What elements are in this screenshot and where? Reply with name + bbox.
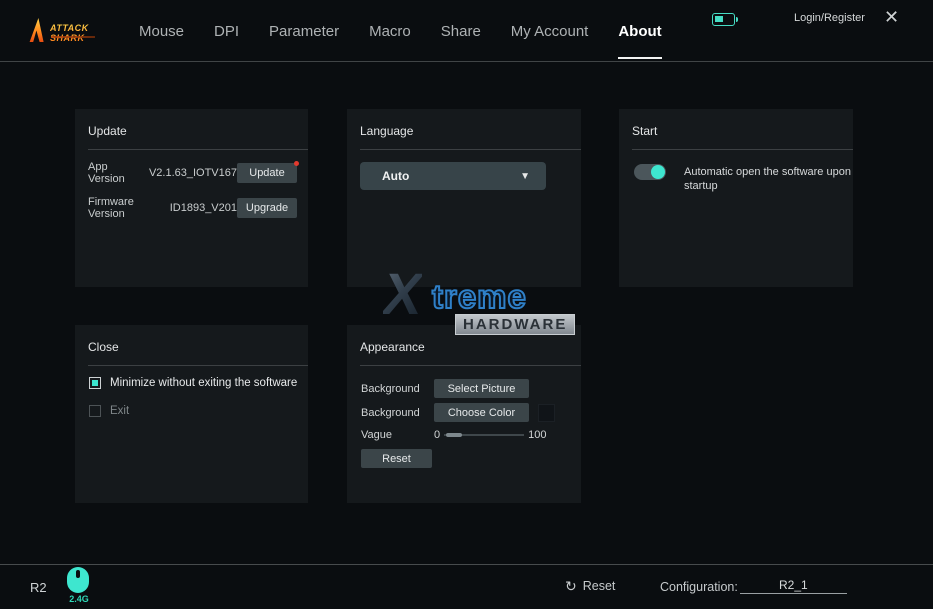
start-panel: Start Automatic open the software upon s…: [619, 109, 853, 287]
appearance-panel: Appearance Background Select Picture Bac…: [347, 325, 581, 503]
app-version-row: App Version V2.1.63_IOTV167 Update: [88, 163, 297, 183]
divider: [360, 149, 581, 150]
panel-title: Appearance: [360, 340, 425, 354]
slider-max-value: 100: [528, 429, 546, 441]
tab-about[interactable]: About: [616, 17, 663, 46]
battery-fill: [715, 16, 723, 22]
background-label: Background: [361, 407, 434, 419]
divider: [88, 149, 308, 150]
battery-nub: [736, 17, 739, 22]
language-dropdown[interactable]: Auto ▼: [360, 162, 546, 190]
color-swatch[interactable]: [538, 404, 555, 422]
tab-mouse[interactable]: Mouse: [137, 17, 186, 46]
tab-parameter[interactable]: Parameter: [267, 17, 341, 46]
upgrade-button[interactable]: Upgrade: [237, 198, 297, 218]
panel-title: Language: [360, 124, 413, 138]
panel-title: Start: [632, 124, 657, 138]
background-color-row: Background Choose Color: [361, 403, 571, 422]
update-notification-dot: [294, 161, 299, 166]
tab-share[interactable]: Share: [439, 17, 483, 46]
language-selected-value: Auto: [382, 169, 409, 183]
minimize-option[interactable]: Minimize without exiting the software: [89, 377, 297, 389]
configuration-label: Configuration:: [660, 580, 738, 594]
battery-icon: [712, 13, 735, 26]
chevron-down-icon: ▼: [520, 171, 530, 182]
minimize-checkbox[interactable]: [89, 377, 101, 389]
panel-title: Close: [88, 340, 119, 354]
device-name: R2: [30, 580, 47, 595]
close-icon[interactable]: ✕: [884, 8, 899, 26]
app-version-label: App Version: [88, 161, 140, 185]
toggle-knob: [651, 165, 665, 179]
exit-checkbox[interactable]: [89, 405, 101, 417]
divider: [360, 365, 581, 366]
tab-my-account[interactable]: My Account: [509, 17, 591, 46]
brand-name: ATTACK SHARK: [50, 23, 114, 43]
main-nav: Mouse DPI Parameter Macro Share My Accou…: [137, 0, 664, 62]
header: ATTACK SHARK Mouse DPI Parameter Macro S…: [0, 0, 933, 62]
slider-thumb[interactable]: [446, 433, 462, 437]
close-panel: Close Minimize without exiting the softw…: [75, 325, 308, 503]
choose-color-button[interactable]: Choose Color: [434, 403, 529, 422]
language-panel: Language Auto ▼: [347, 109, 581, 287]
firmware-version-label: Firmware Version: [88, 196, 161, 220]
app-window: ATTACK SHARK Mouse DPI Parameter Macro S…: [0, 0, 933, 609]
shark-fin-icon: [28, 18, 48, 42]
attack-shark-logo: ATTACK SHARK: [28, 14, 114, 48]
app-version-value: V2.1.63_IOTV167: [149, 167, 237, 179]
background-picture-row: Background Select Picture: [361, 379, 571, 398]
slider-min-value: 0: [434, 429, 440, 441]
tab-dpi[interactable]: DPI: [212, 17, 241, 46]
reset-label: Reset: [583, 579, 616, 593]
exit-option[interactable]: Exit: [89, 405, 129, 417]
vague-slider-row: Vague 0 100: [361, 429, 571, 441]
appearance-reset-button[interactable]: Reset: [361, 449, 432, 468]
mouse-icon[interactable]: [67, 567, 89, 593]
divider: [88, 365, 308, 366]
footer: R2 2.4G ↻ Reset Configuration: R2_1: [0, 564, 933, 609]
update-button[interactable]: Update: [237, 163, 297, 183]
reset-button[interactable]: ↻ Reset: [565, 579, 615, 593]
autostart-label: Automatic open the software upon startup: [684, 165, 852, 193]
autostart-toggle[interactable]: [634, 164, 666, 180]
tab-macro[interactable]: Macro: [367, 17, 413, 46]
select-picture-button[interactable]: Select Picture: [434, 379, 529, 398]
exit-label: Exit: [110, 405, 129, 417]
divider: [632, 149, 853, 150]
firmware-version-value: ID1893_V201: [170, 202, 237, 214]
connection-mode-label: 2.4G: [66, 594, 92, 604]
logo-tagline-bar: [51, 36, 95, 38]
update-panel: Update App Version V2.1.63_IOTV167 Updat…: [75, 109, 308, 287]
minimize-label: Minimize without exiting the software: [110, 377, 297, 389]
login-register-link[interactable]: Login/Register: [794, 12, 865, 24]
configuration-input[interactable]: R2_1: [740, 578, 847, 594]
refresh-icon: ↻: [565, 579, 577, 593]
panel-title: Update: [88, 124, 127, 138]
configuration-group: Configuration: R2_1: [660, 578, 847, 594]
firmware-version-row: Firmware Version ID1893_V201 Upgrade: [88, 198, 297, 218]
vague-label: Vague: [361, 429, 434, 441]
background-label: Background: [361, 383, 434, 395]
vague-slider[interactable]: [444, 431, 524, 439]
